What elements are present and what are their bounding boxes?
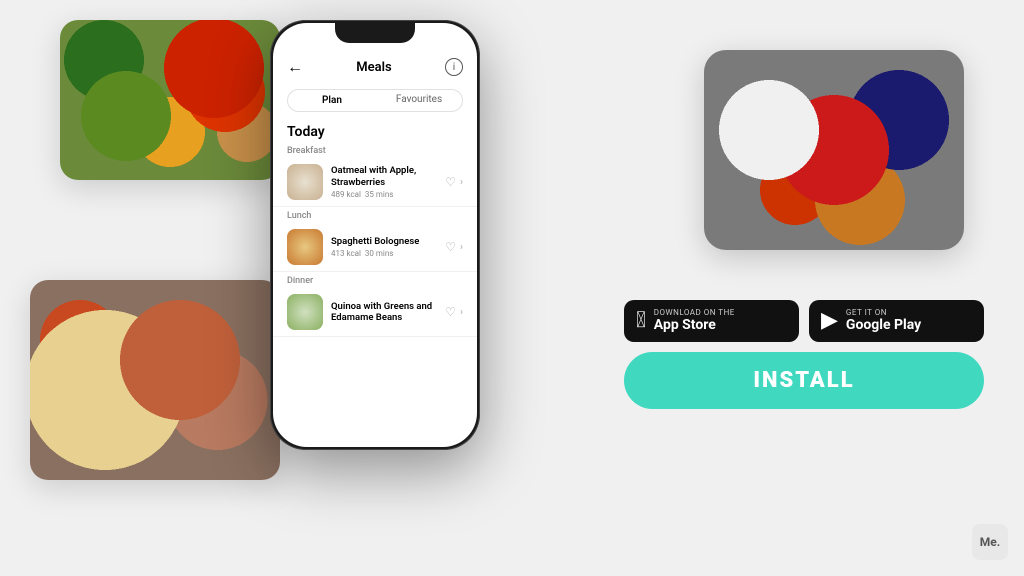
meal-info-quinoa: Quinoa with Greens and Edamame Beans	[331, 301, 437, 324]
meal-image-quinoa	[287, 294, 323, 330]
meal-name-spaghetti: Spaghetti Bolognese	[331, 236, 437, 247]
meal-name-oatmeal: Oatmeal with Apple, Strawberries	[331, 165, 437, 188]
meal-image-oatmeal	[287, 164, 323, 200]
cta-section:  Download on the App Store ▶ GET IT ON …	[624, 300, 984, 409]
heart-icon-2[interactable]: ♡	[445, 240, 456, 254]
info-button[interactable]: i	[445, 58, 463, 76]
tab-bar: Plan Favourites	[287, 89, 463, 112]
app-store-subtext: Download on the	[654, 308, 735, 317]
meal-meta-oatmeal: 489 kcal 35 mins	[331, 190, 437, 199]
google-play-text: GET IT ON Google Play	[846, 308, 921, 334]
dinner-label: Dinner	[273, 272, 477, 288]
meal-item-spaghetti[interactable]: Spaghetti Bolognese 413 kcal 30 mins ♡ ›	[273, 223, 477, 272]
app-title: Meals	[356, 60, 391, 75]
chevron-right-icon-2[interactable]: ›	[460, 242, 463, 253]
heart-icon-3[interactable]: ♡	[445, 305, 456, 319]
meal-actions-spaghetti: ♡ ›	[445, 240, 463, 254]
food-image-meat	[30, 280, 280, 480]
apple-icon: 	[636, 308, 646, 333]
app-header: ← Meals i	[273, 51, 477, 83]
google-play-name: Google Play	[846, 317, 921, 334]
phone-screen-area: ← Meals i Plan Favourites Today Breakfas…	[273, 23, 477, 447]
food-card-top	[60, 20, 280, 180]
meal-item-oatmeal[interactable]: Oatmeal with Apple, Strawberries 489 kca…	[273, 158, 477, 207]
section-today: Today	[273, 118, 477, 142]
chevron-right-icon[interactable]: ›	[460, 177, 463, 188]
tab-plan[interactable]: Plan	[289, 91, 375, 110]
meal-info-oatmeal: Oatmeal with Apple, Strawberries 489 kca…	[331, 165, 437, 199]
heart-icon[interactable]: ♡	[445, 175, 456, 189]
app-store-text: Download on the App Store	[654, 308, 735, 334]
meal-actions-oatmeal: ♡ ›	[445, 175, 463, 189]
meal-item-quinoa[interactable]: Quinoa with Greens and Edamame Beans ♡ ›	[273, 288, 477, 337]
food-image-vegetables	[60, 20, 280, 180]
meal-meta-spaghetti: 413 kcal 30 mins	[331, 249, 437, 258]
google-play-subtext: GET IT ON	[846, 308, 921, 317]
app-store-name: App Store	[654, 317, 735, 334]
phone-notch	[335, 23, 415, 43]
me-badge: Me.	[972, 524, 1008, 560]
install-button[interactable]: INSTALL	[624, 352, 984, 409]
phone-mockup: ← Meals i Plan Favourites Today Breakfas…	[270, 20, 480, 450]
meal-image-spaghetti	[287, 229, 323, 265]
chevron-right-icon-3[interactable]: ›	[460, 307, 463, 318]
meal-name-quinoa: Quinoa with Greens and Edamame Beans	[331, 301, 437, 324]
app-screen: ← Meals i Plan Favourites Today Breakfas…	[273, 23, 477, 447]
google-play-icon: ▶	[821, 308, 838, 333]
store-buttons:  Download on the App Store ▶ GET IT ON …	[624, 300, 984, 342]
phone-frame: ← Meals i Plan Favourites Today Breakfas…	[270, 20, 480, 450]
food-image-berries	[704, 50, 964, 250]
breakfast-label: Breakfast	[273, 142, 477, 158]
back-button[interactable]: ←	[287, 57, 303, 77]
meal-actions-quinoa: ♡ ›	[445, 305, 463, 319]
lunch-label: Lunch	[273, 207, 477, 223]
tab-favourites[interactable]: Favourites	[376, 90, 462, 111]
google-play-button[interactable]: ▶ GET IT ON Google Play	[809, 300, 984, 342]
food-card-bottom	[30, 280, 280, 480]
food-card-right	[704, 50, 964, 250]
app-store-button[interactable]:  Download on the App Store	[624, 300, 799, 342]
meal-info-spaghetti: Spaghetti Bolognese 413 kcal 30 mins	[331, 236, 437, 258]
